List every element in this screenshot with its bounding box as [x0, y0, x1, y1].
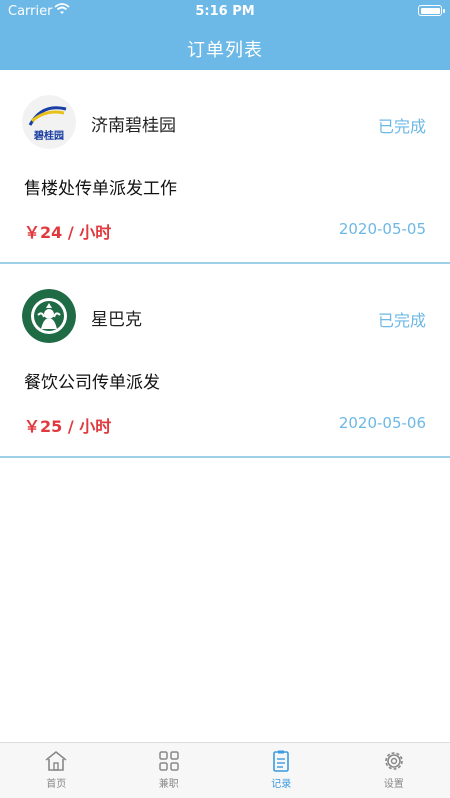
order-card[interactable]: 星巴克 已完成 餐饮公司传单派发 ￥25 / 小时 2020-05-06: [0, 264, 450, 458]
gear-icon: [338, 749, 450, 773]
tab-label: 记录: [271, 779, 292, 790]
company-name: 济南碧桂园: [91, 116, 176, 136]
job-title: 售楼处传单派发工作: [24, 179, 177, 199]
pay-rate: ￥24 / 小时: [24, 223, 112, 242]
page-title: 订单列表: [187, 40, 263, 61]
clock: 5:16 PM: [195, 4, 255, 19]
order-date: 2020-05-05: [338, 220, 426, 238]
grid-icon: [113, 749, 226, 773]
status-badge: 已完成: [377, 117, 426, 136]
home-icon: [0, 749, 113, 773]
app-header: Carrier 5:16 PM 订单列表: [0, 0, 450, 70]
record-icon: [225, 749, 338, 773]
tab-parttime[interactable]: 兼职: [113, 743, 226, 798]
status-bar: Carrier 5:16 PM: [0, 0, 450, 24]
country-garden-logo-icon: 碧桂园: [22, 95, 76, 149]
company-name: 星巴克: [91, 310, 142, 330]
status-badge: 已完成: [377, 311, 426, 330]
tab-label: 设置: [383, 779, 404, 790]
order-list: 碧桂园 济南碧桂园 已完成 售楼处传单派发工作 ￥24 / 小时 2020-05…: [0, 70, 450, 458]
tab-bar: 首页 兼职 记录 设置: [0, 742, 450, 798]
tab-records[interactable]: 记录: [225, 743, 338, 798]
starbucks-logo-icon: [22, 289, 76, 343]
tab-settings[interactable]: 设置: [338, 743, 450, 798]
tab-label: 首页: [46, 779, 67, 790]
tab-label: 兼职: [158, 779, 179, 790]
pay-rate: ￥25 / 小时: [24, 417, 112, 436]
job-title: 餐饮公司传单派发: [24, 373, 160, 393]
tab-home[interactable]: 首页: [0, 743, 113, 798]
order-card[interactable]: 碧桂园 济南碧桂园 已完成 售楼处传单派发工作 ￥24 / 小时 2020-05…: [0, 70, 450, 264]
order-date: 2020-05-06: [338, 414, 426, 432]
svg-text:碧桂园: 碧桂园: [33, 129, 64, 142]
battery-icon: [418, 5, 445, 16]
